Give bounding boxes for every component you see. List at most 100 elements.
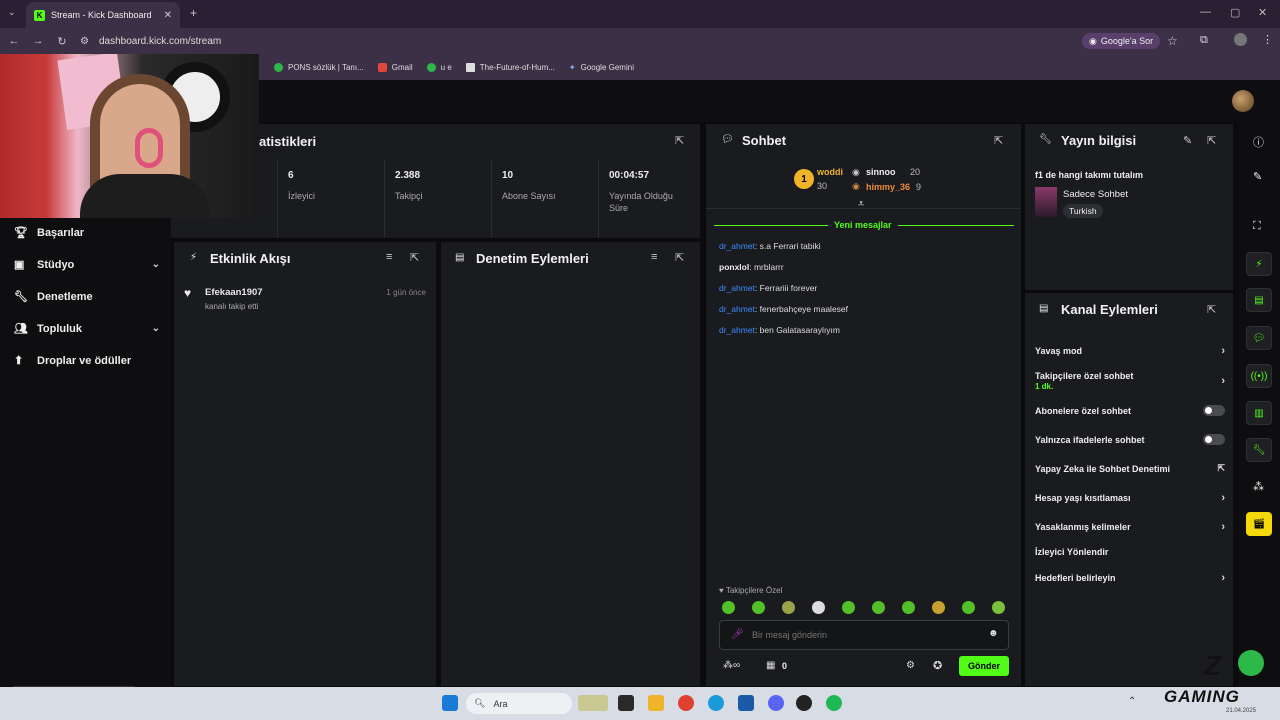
- spotify-icon[interactable]: [826, 695, 842, 711]
- obs-icon[interactable]: [796, 695, 812, 711]
- extensions-icon[interactable]: ⧉: [1200, 34, 1208, 47]
- set-goals-item[interactable]: Hedefleri belirleyin ›: [1035, 572, 1225, 584]
- taskbar-search[interactable]: 🔍︎ Ara: [466, 693, 572, 714]
- reload-icon[interactable]: ↻: [50, 35, 74, 48]
- emote-icon[interactable]: [842, 601, 855, 614]
- profile-avatar-icon[interactable]: [1234, 33, 1247, 46]
- close-tab-icon[interactable]: ✕: [164, 10, 172, 21]
- category-thumbnail[interactable]: [1035, 187, 1057, 217]
- emote-icon[interactable]: [992, 601, 1005, 614]
- browser-tab[interactable]: K Stream - Kick Dashboard ✕: [26, 2, 180, 28]
- chat-bubble-icon[interactable]: 💬︎: [1246, 326, 1272, 350]
- popout-icon[interactable]: ⇱: [675, 251, 684, 264]
- emotes-chat-toggle[interactable]: [1203, 434, 1225, 445]
- emote-icon[interactable]: [722, 601, 735, 614]
- third-name[interactable]: himmy_36: [866, 182, 910, 192]
- popout-icon[interactable]: ⇱: [410, 251, 419, 264]
- emote-icon[interactable]: [872, 601, 885, 614]
- maximize-icon[interactable]: ▢: [1230, 6, 1240, 19]
- category-name[interactable]: Sadece Sohbet: [1063, 189, 1128, 200]
- menu-icon[interactable]: ⋮: [1262, 33, 1273, 46]
- emote-icon[interactable]: [902, 601, 915, 614]
- wrench-icon[interactable]: 🔧︎: [1246, 438, 1272, 462]
- sidebar-item-moderation[interactable]: 🔧︎ Denetleme: [14, 290, 160, 304]
- heart-icon: ♥: [719, 586, 726, 595]
- emote-icon[interactable]: [752, 601, 765, 614]
- tab-list-icon[interactable]: ⌄: [8, 7, 16, 18]
- emote-icon[interactable]: [782, 601, 795, 614]
- subscribers-chat-toggle[interactable]: [1203, 405, 1225, 416]
- slow-mode-item[interactable]: Yavaş mod ›: [1035, 345, 1225, 357]
- edit-pencil-icon[interactable]: ✎: [1183, 134, 1192, 147]
- chat-input[interactable]: [752, 627, 972, 643]
- collapse-leaderboard-icon[interactable]: ⩡: [858, 198, 864, 211]
- popout-icon[interactable]: ⇱: [1207, 134, 1216, 147]
- emoji-icon[interactable]: ☻: [988, 628, 999, 639]
- popout-icon[interactable]: ⇱: [675, 134, 684, 147]
- new-tab-icon[interactable]: +: [190, 6, 197, 20]
- bookmark-ue[interactable]: u e: [426, 62, 452, 72]
- followers-chat-item[interactable]: Takipçilere özel sohbet 1 dk. ›: [1035, 371, 1225, 391]
- filter-icon[interactable]: ≡: [386, 251, 392, 263]
- emote-icon[interactable]: [932, 601, 945, 614]
- account-age-item[interactable]: Hesap yaşı kısıtlaması ›: [1035, 492, 1225, 504]
- minimize-icon[interactable]: —: [1200, 6, 1211, 18]
- settings-gear-icon[interactable]: ⚙: [906, 660, 915, 671]
- popout-icon[interactable]: ⇱: [1207, 303, 1216, 316]
- panel-icon[interactable]: ▥: [1246, 401, 1272, 425]
- moderator-icon[interactable]: ✪: [933, 659, 942, 672]
- filter-icon[interactable]: ≡: [651, 251, 657, 263]
- stream-info-title: Yayın bilgisi: [1061, 133, 1137, 148]
- fullscreen-icon[interactable]: ⛶: [1253, 220, 1261, 233]
- bookmark-gemini[interactable]: ✦ Google Gemini: [569, 63, 634, 72]
- bookmark-future[interactable]: The-Future-of-Hum...: [465, 62, 555, 72]
- discord-icon[interactable]: [768, 695, 784, 711]
- banned-words-item[interactable]: Yasaklanmış kelimeler ›: [1035, 521, 1225, 533]
- site-info-icon[interactable]: ⚙: [80, 36, 89, 47]
- brand-text: GAMING: [1164, 687, 1240, 706]
- sidebar-item-community[interactable]: 👥︎ Topluluk ⌄: [14, 322, 160, 336]
- popout-icon[interactable]: ⇱: [994, 134, 1003, 147]
- ai-moderation-item[interactable]: Yapay Zeka ile Sohbet Denetimi ⇱: [1035, 463, 1225, 474]
- url-field[interactable]: dashboard.kick.com/stream: [99, 36, 221, 47]
- info-icon[interactable]: ⓘ: [1253, 134, 1264, 150]
- redirect-viewers-item[interactable]: İzleyici Yönlendir: [1035, 547, 1225, 557]
- bookmark-star-icon[interactable]: ☆: [1167, 34, 1178, 48]
- edge-icon[interactable]: [708, 695, 724, 711]
- document-icon[interactable]: ▤: [1246, 288, 1272, 312]
- store-icon[interactable]: [738, 695, 754, 711]
- bookmark-gmail[interactable]: Gmail: [377, 62, 413, 72]
- task-view-icon[interactable]: [618, 695, 634, 711]
- send-button[interactable]: Gönder: [959, 656, 1009, 676]
- back-icon[interactable]: ←: [2, 35, 26, 47]
- emote-icon[interactable]: [812, 601, 825, 614]
- file-explorer-icon[interactable]: [648, 695, 664, 711]
- ask-google-button[interactable]: ◉ Google'a Sor: [1082, 33, 1161, 49]
- bookmark-pons[interactable]: PONS sözlük | Tanı...: [274, 62, 364, 72]
- lightning-icon[interactable]: ⚡︎: [1246, 252, 1272, 276]
- chevron-right-icon: ›: [1221, 345, 1225, 357]
- drops-icon[interactable]: ⁂: [1253, 480, 1264, 493]
- sidebar-item-studio[interactable]: ▣ Stüdyo ⌄: [14, 258, 160, 272]
- user-avatar[interactable]: [1232, 90, 1254, 112]
- points-icon[interactable]: ⁂∞: [723, 660, 740, 671]
- chrome-icon[interactable]: [678, 695, 694, 711]
- edit-pencil-icon[interactable]: ✎: [1253, 170, 1262, 183]
- kick-favicon-icon: K: [34, 9, 45, 21]
- broadcast-icon[interactable]: ((•)): [1246, 364, 1272, 388]
- sidebar-item-achievements[interactable]: 🏆︎ Başarılar: [14, 226, 160, 240]
- chat-input-box[interactable]: 🎤︎ ☻: [719, 620, 1009, 650]
- second-name[interactable]: sinnoo: [866, 167, 896, 177]
- chevron-right-icon: ›: [1221, 375, 1225, 387]
- sidebar-item-drops[interactable]: ⬆ Droplar ve ödüller: [14, 354, 160, 368]
- tray-chevron-icon[interactable]: ⌃: [1128, 696, 1136, 707]
- microphone-icon[interactable]: 🎤︎: [731, 629, 744, 640]
- widget-icon[interactable]: [578, 695, 608, 711]
- windows-start-icon[interactable]: [442, 695, 458, 711]
- store-icon[interactable]: ▦: [766, 660, 775, 671]
- forward-icon[interactable]: →: [26, 35, 50, 47]
- close-window-icon[interactable]: ✕: [1258, 6, 1267, 19]
- leader-name[interactable]: woddi: [817, 167, 843, 177]
- emote-icon[interactable]: [962, 601, 975, 614]
- clapper-icon[interactable]: 🎬︎: [1246, 512, 1272, 536]
